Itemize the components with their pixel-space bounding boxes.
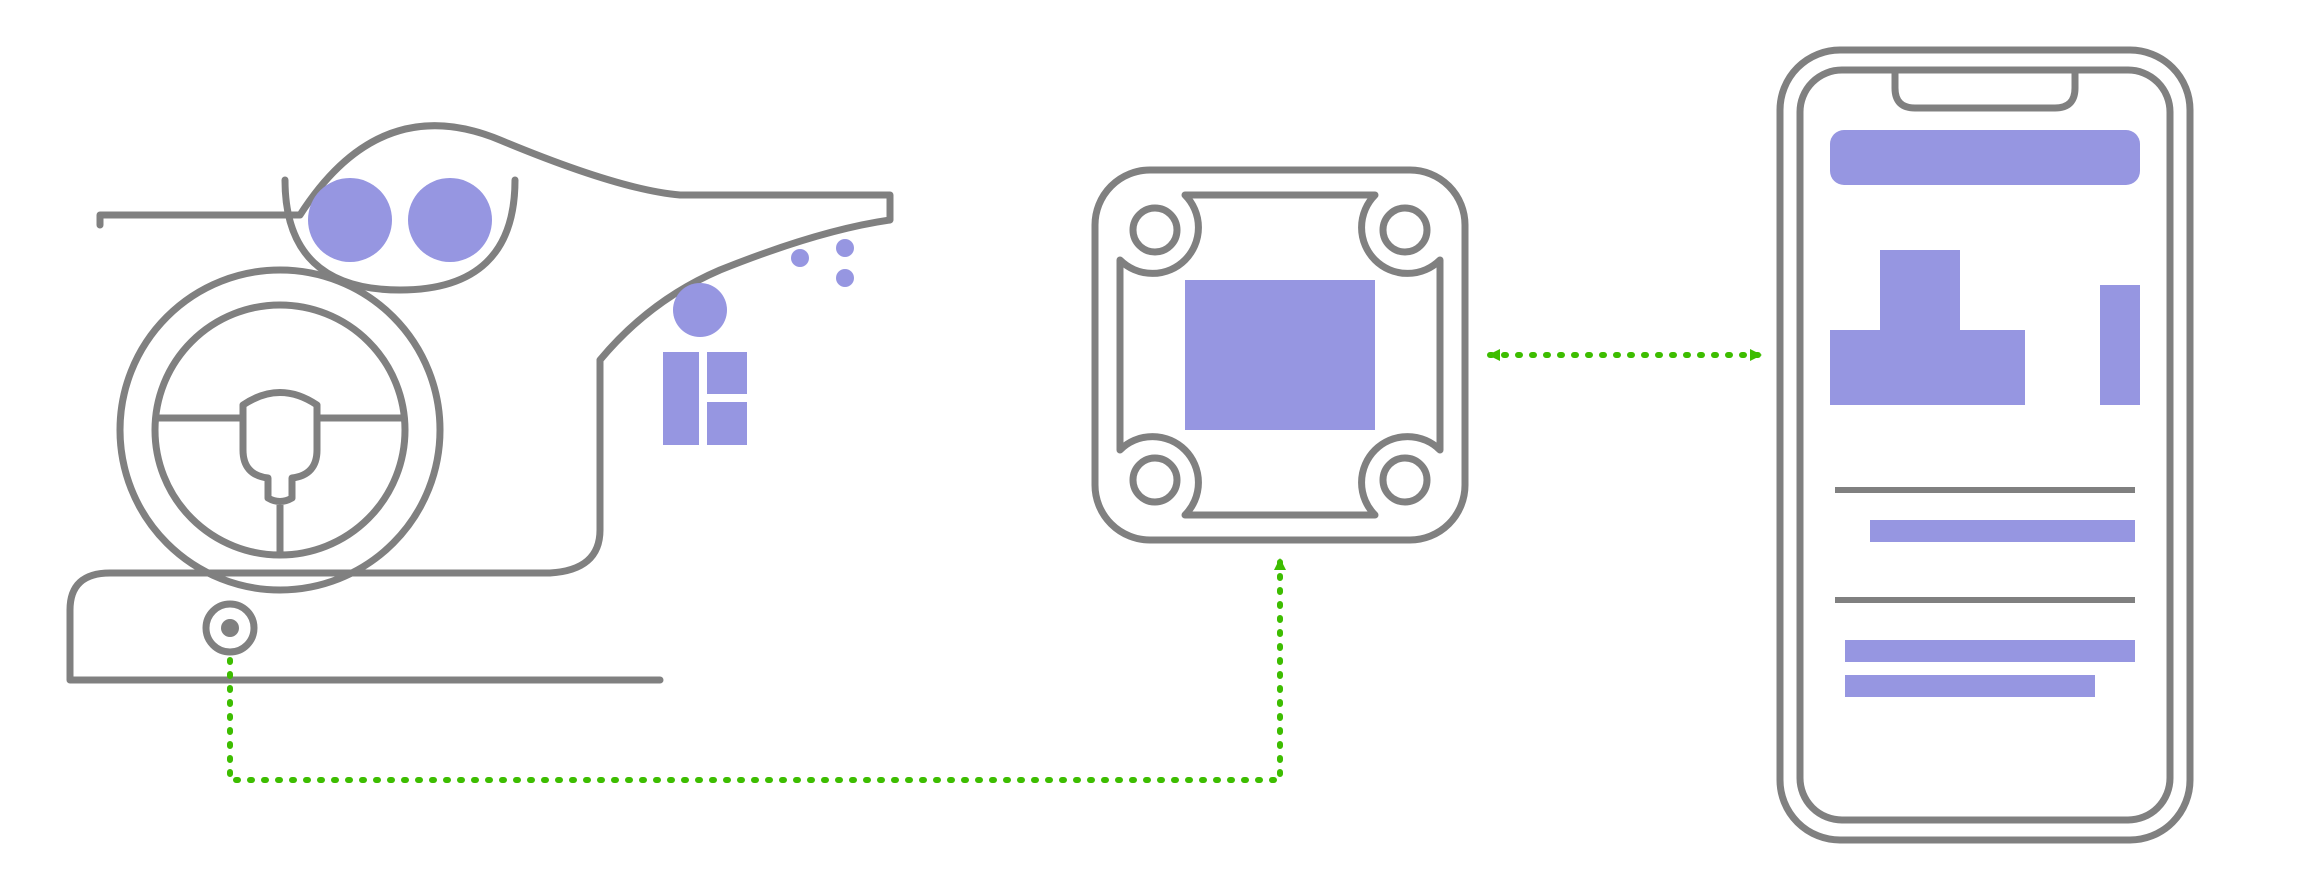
center-console-button-2-icon bbox=[707, 352, 747, 394]
phone-notch-icon bbox=[1895, 70, 2075, 108]
app-chart-icon bbox=[1830, 245, 2140, 405]
center-console-button-3-icon bbox=[707, 402, 747, 445]
dash-dot-3-icon bbox=[836, 269, 854, 287]
app-bar-1-icon bbox=[1870, 520, 2135, 542]
app-bar-3-icon bbox=[1845, 675, 2095, 697]
dash-dot-1-icon bbox=[791, 249, 809, 267]
obd-module bbox=[1095, 170, 1465, 540]
smartphone bbox=[1780, 50, 2190, 840]
dash-dot-2-icon bbox=[836, 239, 854, 257]
mounting-hole-bl-icon bbox=[1133, 458, 1177, 502]
mounting-hole-br-icon bbox=[1383, 458, 1427, 502]
system-diagram bbox=[0, 0, 2300, 894]
mounting-hole-tr-icon bbox=[1383, 208, 1427, 252]
gauge-left-icon bbox=[308, 178, 392, 262]
module-chip-icon bbox=[1185, 280, 1375, 430]
vehicle-dashboard bbox=[70, 126, 890, 680]
center-console-knob-icon bbox=[673, 283, 727, 337]
obd-port-icon bbox=[206, 604, 254, 652]
steering-wheel-icon bbox=[120, 270, 440, 590]
center-console bbox=[663, 239, 854, 445]
app-header-bar-icon bbox=[1830, 130, 2140, 185]
center-console-button-1-icon bbox=[663, 352, 699, 445]
connector-dashboard-to-module bbox=[230, 560, 1280, 780]
app-bar-2-icon bbox=[1845, 640, 2135, 662]
gauge-right-icon bbox=[408, 178, 492, 262]
mounting-hole-tl-icon bbox=[1133, 208, 1177, 252]
